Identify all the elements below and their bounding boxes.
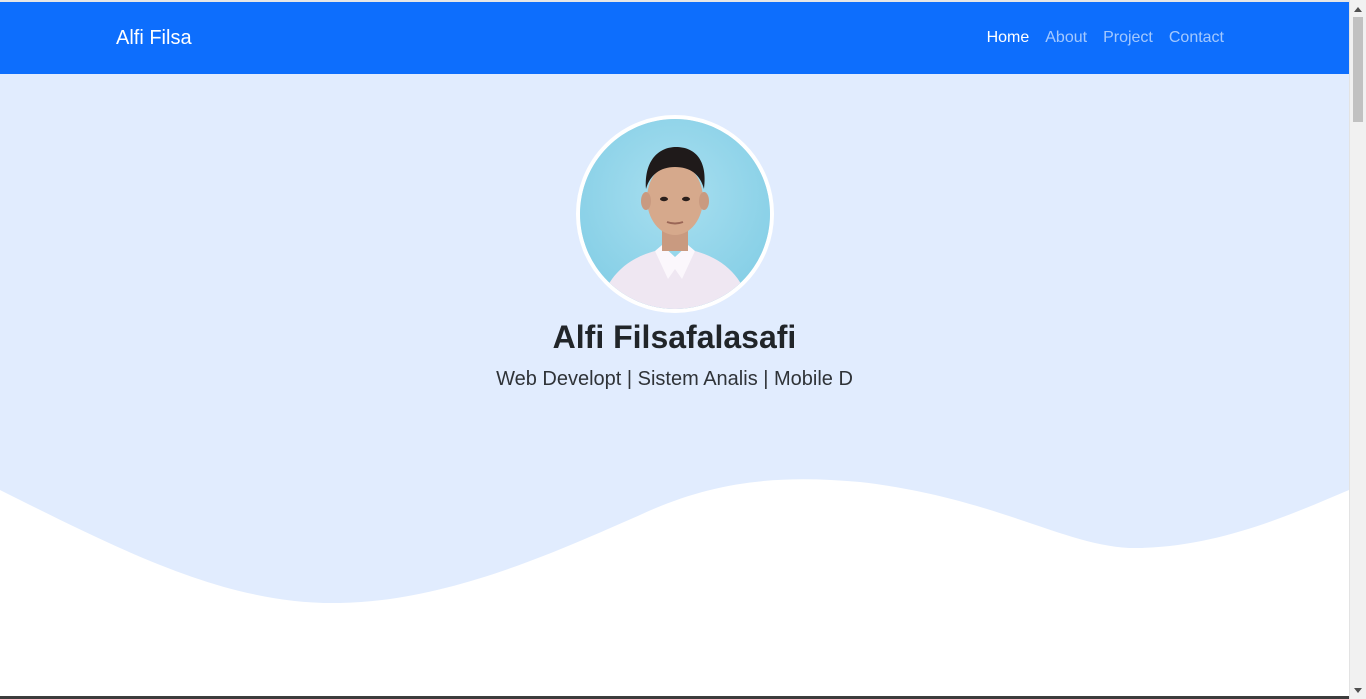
top-navbar: Alfi Filsa Home About Project Contact: [0, 2, 1349, 74]
profile-photo: [576, 115, 774, 313]
hero-wave-divider: [0, 479, 1349, 699]
nav-link-contact[interactable]: Contact: [1161, 28, 1224, 48]
vertical-scrollbar[interactable]: [1349, 0, 1366, 699]
navbar-brand[interactable]: Alfi Filsa: [116, 26, 192, 50]
nav-links: Home About Project Contact: [979, 28, 1224, 48]
browser-viewport: Alfi Filsa Home About Project Contact Al…: [0, 0, 1366, 699]
nav-link-about[interactable]: About: [1037, 28, 1095, 48]
scrollbar-thumb[interactable]: [1353, 17, 1363, 122]
profile-photo-image: [580, 119, 770, 309]
scroll-down-arrow-icon[interactable]: [1354, 688, 1362, 693]
scroll-up-arrow-icon[interactable]: [1354, 7, 1362, 12]
profile-tagline: Web Developt | Sistem Analis | Mobile D: [496, 368, 853, 390]
nav-link-project[interactable]: Project: [1095, 28, 1161, 48]
nav-link-home[interactable]: Home: [979, 28, 1038, 48]
profile-name: Alfi Filsafalasafi: [552, 319, 797, 355]
